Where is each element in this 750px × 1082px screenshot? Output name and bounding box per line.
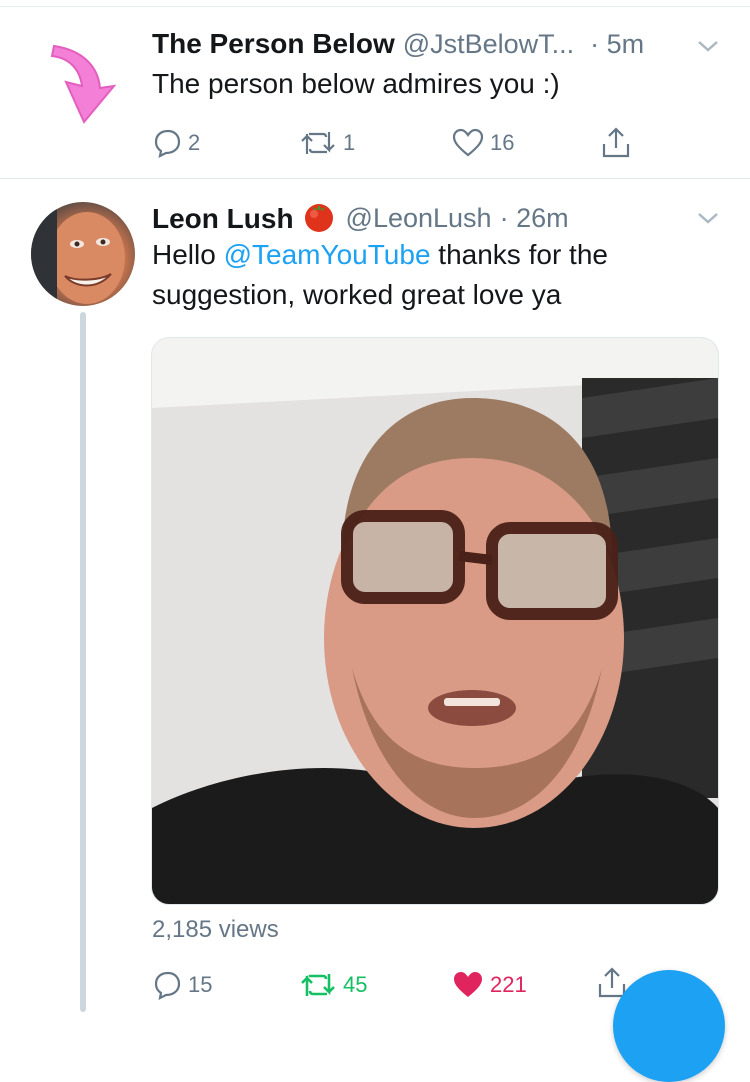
- chevron-down-icon[interactable]: [696, 34, 720, 60]
- tomato-emoji-icon: [302, 199, 336, 238]
- author-name[interactable]: The Person Below: [152, 28, 395, 60]
- tweet-text: The person below admires you :): [152, 68, 560, 99]
- tweet-separator: [0, 178, 750, 179]
- tweet-time[interactable]: · 26m: [500, 203, 569, 234]
- thread-line: [80, 312, 86, 1012]
- author-handle[interactable]: @LeonLush: [346, 203, 492, 234]
- reply-button[interactable]: 15: [152, 970, 212, 1000]
- like-button[interactable]: 16: [452, 128, 514, 158]
- retweet-icon: [299, 128, 337, 158]
- heart-icon: [452, 970, 484, 1000]
- author-name[interactable]: Leon Lush: [152, 203, 294, 235]
- retweet-icon: [299, 970, 337, 1000]
- tweet-text: Hello @TeamYouTube thanks for the sugges…: [152, 235, 712, 315]
- reply-icon: [152, 128, 182, 158]
- tweet-text-start: Hello: [152, 239, 224, 270]
- reply-count: 15: [188, 972, 213, 997]
- compose-tweet-button[interactable]: [613, 970, 725, 1082]
- avatar[interactable]: [31, 202, 135, 306]
- chevron-down-icon[interactable]: [696, 206, 720, 232]
- reply-button[interactable]: 2: [152, 128, 200, 158]
- retweet-button[interactable]: 1: [299, 128, 355, 158]
- tweet-1[interactable]: The Person Below @JstBelowT... · 5m The …: [0, 0, 750, 178]
- retweet-count: 1: [343, 130, 356, 155]
- video-media[interactable]: [151, 337, 719, 905]
- like-count: 221: [490, 972, 527, 997]
- heart-icon: [452, 128, 484, 158]
- author-handle[interactable]: @JstBelowT...: [403, 29, 574, 60]
- mention-link[interactable]: @TeamYouTube: [224, 239, 431, 270]
- arrow-avatar-icon[interactable]: [48, 40, 124, 126]
- share-button[interactable]: [600, 126, 632, 160]
- views-count: 2,185 views: [152, 916, 279, 943]
- retweet-count: 45: [343, 972, 368, 997]
- reply-icon: [152, 970, 182, 1000]
- reply-count: 2: [188, 130, 201, 155]
- tweet-time[interactable]: · 5m: [590, 29, 644, 60]
- share-icon: [600, 126, 632, 160]
- like-count: 16: [490, 130, 515, 155]
- retweet-button[interactable]: 45: [299, 970, 367, 1000]
- like-button[interactable]: 221: [452, 970, 527, 1000]
